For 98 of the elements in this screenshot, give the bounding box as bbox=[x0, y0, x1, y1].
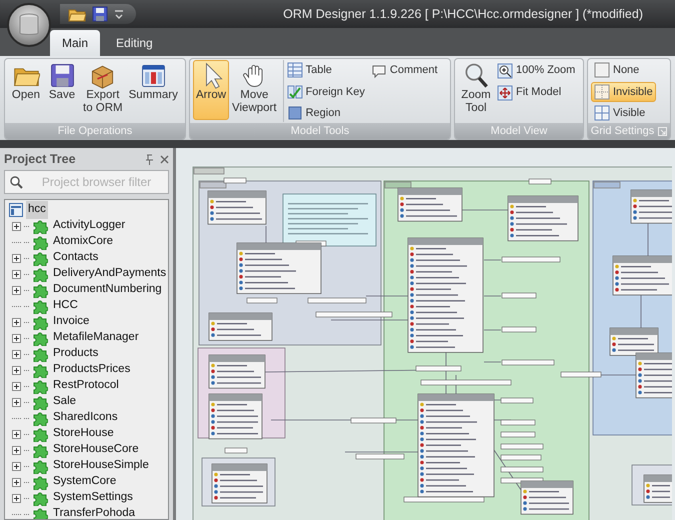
tree-item[interactable]: RestProtocol bbox=[51, 377, 121, 395]
puzzle-icon bbox=[32, 234, 48, 250]
comment-icon bbox=[370, 62, 387, 78]
puzzle-icon bbox=[32, 330, 48, 346]
ribbon-button[interactable]: 100% Zoom bbox=[494, 60, 578, 81]
expand-icon[interactable] bbox=[12, 318, 21, 326]
expand-icon[interactable] bbox=[12, 478, 21, 486]
tree-item[interactable]: SystemCore bbox=[51, 473, 118, 491]
tree-item[interactable]: ActivityLogger bbox=[51, 217, 128, 235]
tree-item[interactable]: StoreHouseCore bbox=[51, 441, 141, 459]
ribbon-button[interactable]: None bbox=[591, 60, 656, 80]
dotted-grid-icon bbox=[594, 84, 610, 100]
expand-icon[interactable] bbox=[12, 398, 21, 406]
magnifier-icon bbox=[462, 62, 490, 89]
zoom-in-icon bbox=[497, 62, 513, 78]
search-icon bbox=[9, 175, 23, 189]
ribbon-button[interactable]: Export to ORM bbox=[80, 60, 126, 120]
filter-field[interactable]: Project browser filter bbox=[29, 172, 164, 192]
group-label: Grid Settings bbox=[590, 124, 654, 139]
puzzle-icon bbox=[32, 250, 48, 266]
summary-window-icon bbox=[140, 62, 167, 89]
ribbon-button[interactable]: Table bbox=[284, 60, 368, 80]
ribbon-button[interactable]: Save bbox=[44, 60, 80, 120]
tree-item[interactable]: ProductsPrices bbox=[51, 361, 132, 379]
tree-item[interactable]: Contacts bbox=[51, 249, 100, 267]
puzzle-icon bbox=[32, 394, 48, 410]
grid-icon bbox=[594, 105, 610, 122]
empty-square-icon bbox=[594, 62, 610, 78]
expand-icon[interactable] bbox=[12, 462, 21, 470]
filter-field[interactable]: Project browser filter bbox=[4, 170, 169, 194]
fit-arrows-icon bbox=[497, 84, 513, 100]
tree-item[interactable]: SharedIcons bbox=[51, 409, 120, 427]
group-label: Model Tools bbox=[290, 124, 350, 139]
puzzle-icon bbox=[32, 474, 48, 490]
tree-item[interactable]: HCC bbox=[51, 297, 80, 315]
puzzle-icon bbox=[32, 266, 48, 282]
ribbon-button[interactable]: Invisible bbox=[591, 82, 656, 102]
group-label: Model View bbox=[490, 124, 548, 139]
ribbon-button[interactable]: Move Viewport bbox=[229, 60, 280, 120]
floppy-icon[interactable] bbox=[92, 6, 108, 22]
puzzle-icon bbox=[32, 282, 48, 298]
tree-item[interactable]: Invoice bbox=[51, 313, 92, 331]
expand-icon[interactable] bbox=[12, 254, 21, 262]
expand-icon[interactable] bbox=[12, 222, 21, 230]
tree-item[interactable]: StoreHouse bbox=[51, 425, 116, 443]
ribbon-tab[interactable]: Main bbox=[50, 30, 100, 56]
panel-title: Project Tree bbox=[4, 150, 76, 168]
puzzle-icon bbox=[32, 362, 48, 378]
puzzle-icon bbox=[32, 378, 48, 394]
tree-item[interactable]: hcc bbox=[26, 201, 48, 219]
ribbon-button[interactable]: Zoom Tool bbox=[458, 60, 494, 120]
expand-icon[interactable] bbox=[12, 334, 21, 342]
pin-icon[interactable] bbox=[145, 154, 154, 164]
expand-icon[interactable] bbox=[12, 270, 21, 278]
expand-icon[interactable] bbox=[12, 366, 21, 374]
expand-icon[interactable] bbox=[12, 494, 21, 502]
puzzle-icon bbox=[32, 490, 48, 506]
tree-item[interactable]: Products bbox=[51, 345, 100, 363]
puzzle-icon bbox=[32, 314, 48, 330]
floppy-icon bbox=[48, 62, 76, 89]
ribbon-button[interactable]: Open bbox=[8, 60, 44, 120]
tree-item[interactable]: TransferPohoda bbox=[51, 505, 138, 519]
ribbon-button[interactable]: Region bbox=[284, 103, 368, 124]
puzzle-icon bbox=[32, 346, 48, 362]
foreign-key-icon bbox=[286, 84, 303, 100]
puzzle-icon bbox=[32, 218, 48, 234]
ribbon-button[interactable]: Foreign Key bbox=[284, 82, 368, 102]
expand-icon[interactable] bbox=[12, 350, 21, 358]
ribbon-button[interactable]: Summary bbox=[126, 60, 181, 120]
dropdown-icon[interactable] bbox=[114, 8, 124, 20]
puzzle-icon bbox=[32, 458, 48, 474]
ribbon-button[interactable]: Comment bbox=[368, 60, 441, 81]
puzzle-icon bbox=[32, 442, 48, 458]
tree-item[interactable]: SystemSettings bbox=[51, 489, 135, 507]
tree-item[interactable]: DeliveryAndPayments bbox=[51, 265, 168, 283]
tree-item[interactable]: Sale bbox=[51, 393, 78, 411]
table-icon bbox=[286, 62, 303, 78]
group-label: File Operations bbox=[58, 124, 132, 139]
puzzle-icon bbox=[32, 506, 48, 519]
ribbon-button[interactable]: Visible bbox=[591, 103, 656, 124]
ribbon-tab[interactable]: Editing bbox=[104, 30, 165, 56]
window-title: ORM Designer 1.1.9.226 [ P:\HCC\Hcc.ormdesigner ] (*modified) bbox=[283, 6, 643, 23]
tree-item[interactable]: StoreHouseSimple bbox=[51, 457, 151, 475]
expand-icon[interactable] bbox=[12, 286, 21, 294]
region-icon bbox=[286, 105, 303, 122]
tree-item[interactable]: DocumentNumbering bbox=[51, 281, 164, 299]
puzzle-icon bbox=[32, 298, 48, 314]
puzzle-icon bbox=[32, 426, 48, 442]
close-icon[interactable] bbox=[160, 154, 169, 164]
project-icon bbox=[9, 203, 23, 217]
expand-icon[interactable] bbox=[12, 430, 21, 438]
ribbon-button[interactable]: Fit Model bbox=[494, 82, 578, 103]
tree-item[interactable]: AtomixCore bbox=[51, 233, 116, 251]
expand-icon[interactable] bbox=[12, 446, 21, 454]
expand-icon[interactable] bbox=[12, 382, 21, 390]
ribbon-button[interactable]: Arrow bbox=[193, 60, 230, 120]
tree-item[interactable]: MetafileManager bbox=[51, 329, 141, 347]
puzzle-icon bbox=[32, 410, 48, 426]
